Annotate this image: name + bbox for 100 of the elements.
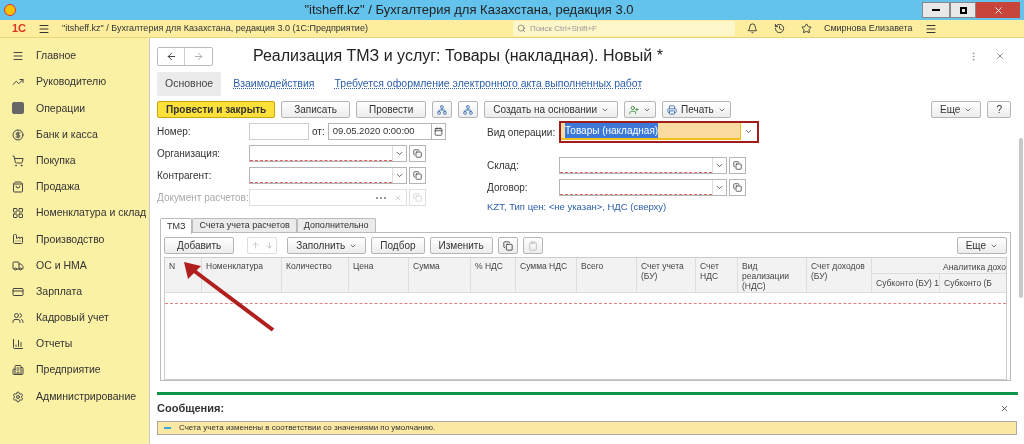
post-close-button[interactable]: Провести и закрыть [157,101,276,118]
open-button[interactable] [409,145,426,162]
open-icon [413,171,422,180]
sidebar-item[interactable]: Номенклатура и склад [0,200,149,227]
operation-field[interactable]: Товары (накладная) [559,121,759,143]
search-input[interactable]: Поиск Ctrl+Shift+F [529,22,731,35]
pick-button[interactable]: Подбор [371,237,425,255]
open-button[interactable] [729,157,746,174]
paste-button[interactable] [522,237,543,255]
field-label: Вид операции: [487,125,557,140]
sidebar-item[interactable]: Отчеты [0,331,149,358]
select-field[interactable] [559,179,727,196]
open-icon [413,149,422,158]
document-title: Реализация ТМЗ и услуг: Товары (накладная). Новый * [253,46,664,66]
message-item[interactable]: Счета учета изменены в соответствии со значениями по умолчанию. [157,421,1017,435]
open-icon [413,193,422,202]
ellipsis-icon [376,195,386,200]
toolbar-button[interactable]: Записать [281,101,350,118]
price-info-link[interactable]: KZT, Тип цен: <не указан>, НДС (сверху) [487,200,759,215]
sidebar-item[interactable]: Зарплата [0,278,149,305]
star-icon[interactable] [800,23,812,34]
close-icon [992,4,1004,16]
fill-button[interactable]: Заполнить [287,237,367,255]
clear-icon [394,193,402,202]
toolbar-icon-button[interactable] [432,101,453,118]
more-button[interactable]: Еще [956,237,1007,255]
menu-icon[interactable] [38,22,51,35]
select-field[interactable] [249,189,407,206]
forward-icon [193,50,204,62]
user-name[interactable]: Смирнова Елизавета [823,21,913,36]
open-button[interactable] [409,167,426,184]
building-icon [12,364,24,377]
form-tab[interactable]: Основное [157,72,222,96]
toolbar-icon-button[interactable] [458,101,479,118]
scrollbar[interactable] [1019,138,1023,298]
section-tab[interactable]: Счета учета расчетов [192,218,297,233]
sidebar-item[interactable]: Операции [0,95,149,122]
number-field[interactable] [249,123,309,140]
sidebar-item[interactable]: Кадровый учет [0,304,149,332]
sidebar-item[interactable]: Руководителю [0,69,149,96]
field-label: Номер: [157,125,192,139]
field-value: Товары (накладная) [565,123,659,138]
close-icon[interactable] [1000,403,1009,413]
open-button[interactable] [729,179,746,196]
sidebar-item[interactable]: Покупка [0,147,149,174]
truck-icon [12,259,24,272]
structure-icon [437,104,448,115]
dropdown-icon [715,161,724,170]
search-field[interactable]: Поиск Ctrl+Shift+F [512,21,735,36]
create-based-button[interactable]: Создать на основании [484,101,618,118]
field-label: Склад: [487,159,520,173]
messages-title: Сообщения: [157,400,226,416]
field-label: Контрагент: [157,169,213,183]
toolbar-button[interactable]: Провести [356,101,427,118]
sidebar-item[interactable]: Предприятие [0,357,149,384]
sidebar-item[interactable]: Банк и касса [0,121,149,148]
minimize-button[interactable] [922,2,950,18]
help-button[interactable]: ? [987,101,1011,118]
sidebar-item[interactable]: Продажа [0,173,149,201]
sidebar-item[interactable]: Главное [0,43,149,70]
sidebar-item[interactable]: Производство [0,226,149,253]
factory-icon [12,233,24,246]
menu-icon[interactable] [924,22,937,35]
sidebar-item[interactable]: ОС и НМА [0,252,149,279]
window-title: "itsheff.kz" / Бухгалтерия для Казахстана, редакция 3.0 [303,1,635,20]
open-icon [733,183,742,192]
add-button[interactable]: Добавить [164,237,235,255]
printer-icon [667,104,677,115]
card-icon [12,285,24,298]
back-icon [165,50,177,62]
paste-icon [527,240,538,251]
bag-icon [12,181,24,194]
users-button[interactable] [624,101,656,118]
structure-icon [463,104,474,115]
history-icon[interactable] [773,23,785,34]
copy-button[interactable] [497,237,518,255]
more-button[interactable]: Еще [931,101,982,118]
date-field[interactable]: 09.05.2020 0:00:00 [327,123,432,140]
calendar-icon [433,127,443,136]
print-button[interactable]: Печать [662,101,731,118]
section-tab[interactable]: Дополнительно [296,218,376,233]
settings-icon [12,390,24,403]
select-field[interactable] [249,167,407,184]
sidebar-item[interactable]: Администрирование [0,383,149,410]
column-header: Счет доходов (БУ) [811,261,867,282]
form-tab[interactable]: Требуется оформление электронного акта выполненных работ [326,72,651,96]
form-tab[interactable]: Взаимодействия [225,72,323,96]
change-button[interactable]: Изменить [429,237,493,255]
select-field[interactable] [249,145,407,162]
users-icon [629,104,639,115]
section-tab[interactable]: ТМЗ [160,218,193,235]
bell-icon[interactable] [746,23,758,34]
grid-icon [12,207,24,220]
column-header: Субконто (БУ) 1 [872,274,940,293]
field-label: Документ расчетов: [157,191,249,205]
maximize-button[interactable] [950,2,976,18]
select-field[interactable] [559,157,727,174]
calendar-button[interactable] [431,123,446,140]
app-logo-icon [4,4,16,16]
close-icon[interactable] [995,51,1005,61]
